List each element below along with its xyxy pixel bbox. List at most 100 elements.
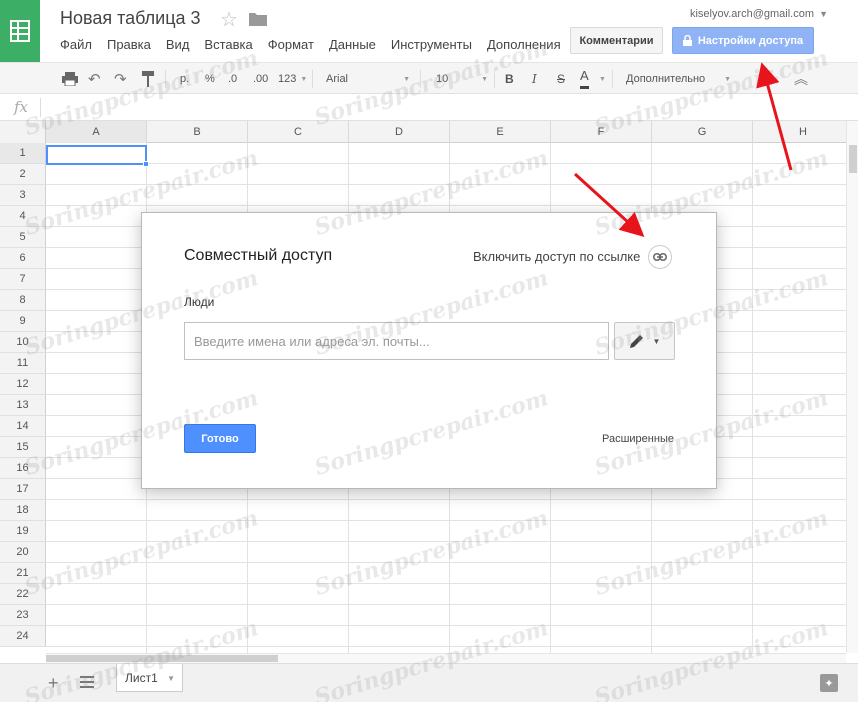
user-email[interactable]: kiselyov.arch@gmail.com xyxy=(690,8,814,20)
vertical-scroll-thumb[interactable] xyxy=(849,145,857,173)
percent-format-button[interactable]: % xyxy=(205,63,215,95)
undo-icon[interactable]: ↶ xyxy=(88,63,101,95)
row-header[interactable]: 22 xyxy=(0,584,46,605)
row-header[interactable]: 9 xyxy=(0,311,46,332)
more-formats-label: Дополнительно xyxy=(626,73,706,85)
star-icon[interactable]: ☆ xyxy=(220,7,238,32)
menu-item-insert[interactable]: Вставка xyxy=(204,37,252,52)
font-size-value: 10 xyxy=(436,73,449,85)
explore-icon[interactable]: ✦ xyxy=(820,674,838,692)
italic-button[interactable]: I xyxy=(532,63,537,95)
row-header[interactable]: 2 xyxy=(0,164,46,185)
column-header[interactable]: B xyxy=(147,121,248,143)
people-label: Люди xyxy=(184,295,215,309)
share-button[interactable]: Настройки доступа xyxy=(672,27,814,54)
menu-item-file[interactable]: Файл xyxy=(60,37,92,52)
horizontal-scroll-thumb[interactable] xyxy=(46,655,278,662)
row-header[interactable]: 12 xyxy=(0,374,46,395)
font-size-select[interactable]: 10 ▼ xyxy=(436,63,488,95)
column-header[interactable]: F xyxy=(551,121,652,143)
row-header[interactable]: 19 xyxy=(0,521,46,542)
folder-icon[interactable] xyxy=(249,12,267,26)
chevron-down-icon: ▼ xyxy=(481,75,488,83)
row-header[interactable]: 5 xyxy=(0,227,46,248)
horizontal-scrollbar[interactable] xyxy=(46,653,846,663)
sheets-logo[interactable] xyxy=(0,0,40,62)
row-header[interactable]: 13 xyxy=(0,395,46,416)
menu-item-edit[interactable]: Правка xyxy=(107,37,151,52)
strikethrough-button[interactable]: S xyxy=(557,63,565,95)
share-dialog: Совместный доступ Включить доступ по ссы… xyxy=(141,212,717,489)
menu-item-tools[interactable]: Инструменты xyxy=(391,37,472,52)
toolbar-divider xyxy=(165,70,166,88)
sheet-tab[interactable]: Лист1 ▼ xyxy=(116,664,183,692)
share-button-label: Настройки доступа xyxy=(697,34,804,47)
currency-format-button[interactable]: р. xyxy=(180,63,189,95)
bold-button[interactable]: B xyxy=(505,63,514,95)
row-header[interactable]: 7 xyxy=(0,269,46,290)
toolbar: ↶ ↷ р. % .0 .00 123 ▼ Arial ▼ 10 ▼ B I S A … xyxy=(0,62,858,94)
row-header[interactable]: 16 xyxy=(0,458,46,479)
done-button[interactable]: Готово xyxy=(184,424,256,453)
number-format-label: 123 xyxy=(278,73,297,85)
more-formats-select[interactable]: Дополнительно ▼ xyxy=(626,63,731,95)
row-header[interactable]: 11 xyxy=(0,353,46,374)
toolbar-divider xyxy=(312,70,313,88)
menu-item-addons[interactable]: Дополнения xyxy=(487,37,561,52)
row-header[interactable]: 4 xyxy=(0,206,46,227)
column-header[interactable]: A xyxy=(46,121,147,143)
column-header[interactable]: H xyxy=(753,121,846,143)
menu-item-format[interactable]: Формат xyxy=(268,37,314,52)
decrease-decimals-button[interactable]: .0 xyxy=(228,63,237,95)
dialog-title: Совместный доступ xyxy=(184,247,333,264)
chevron-down-icon[interactable]: ▼ xyxy=(167,674,175,683)
comments-button[interactable]: Комментарии xyxy=(570,27,663,54)
text-color-button[interactable]: A xyxy=(580,65,589,89)
document-title[interactable]: Новая таблица 3 xyxy=(60,8,201,29)
lock-icon xyxy=(682,35,692,46)
row-header[interactable]: 6 xyxy=(0,248,46,269)
select-all-corner[interactable] xyxy=(0,121,46,143)
row-header[interactable]: 8 xyxy=(0,290,46,311)
permission-dropdown[interactable]: ▼ xyxy=(614,322,675,360)
add-sheet-icon[interactable]: + xyxy=(48,673,59,694)
sheet-bar: + Лист1 ▼ ✦ xyxy=(0,663,858,702)
row-header[interactable]: 3 xyxy=(0,185,46,206)
menu-item-view[interactable]: Вид xyxy=(166,37,190,52)
column-header[interactable]: E xyxy=(450,121,551,143)
row-header[interactable]: 1 xyxy=(0,143,46,164)
vertical-scrollbar[interactable] xyxy=(846,121,858,653)
collapse-toolbar-icon[interactable]: ︽ xyxy=(794,63,808,95)
all-sheets-icon[interactable] xyxy=(80,676,94,688)
row-header[interactable]: 18 xyxy=(0,500,46,521)
people-input[interactable] xyxy=(184,322,609,360)
chevron-down-icon[interactable]: ▼ xyxy=(819,9,828,19)
row-header[interactable]: 15 xyxy=(0,437,46,458)
column-header[interactable]: G xyxy=(652,121,753,143)
row-header[interactable]: 17 xyxy=(0,479,46,500)
row-header[interactable]: 14 xyxy=(0,416,46,437)
row-header[interactable]: 10 xyxy=(0,332,46,353)
increase-decimals-button[interactable]: .00 xyxy=(253,63,268,95)
row-header[interactable]: 20 xyxy=(0,542,46,563)
column-header[interactable]: D xyxy=(349,121,450,143)
link-icon[interactable] xyxy=(648,245,672,269)
print-icon[interactable] xyxy=(62,72,78,86)
row-header[interactable]: 24 xyxy=(0,626,46,647)
paint-format-icon[interactable] xyxy=(142,71,154,87)
menu-bar: Файл Правка Вид Вставка Формат Данные Ин… xyxy=(60,37,576,52)
toolbar-divider xyxy=(612,70,613,88)
fill-handle[interactable] xyxy=(143,161,149,167)
row-header[interactable]: 23 xyxy=(0,605,46,626)
link-sharing-toggle[interactable]: Включить доступ по ссылке xyxy=(473,249,640,264)
selected-cell[interactable] xyxy=(46,145,147,165)
chevron-down-icon: ▼ xyxy=(724,75,731,83)
number-format-button[interactable]: 123 ▼ xyxy=(278,63,307,95)
menu-item-data[interactable]: Данные xyxy=(329,37,376,52)
chevron-down-icon[interactable]: ▼ xyxy=(599,63,606,95)
redo-icon[interactable]: ↷ xyxy=(114,63,127,95)
row-header[interactable]: 21 xyxy=(0,563,46,584)
column-header[interactable]: C xyxy=(248,121,349,143)
advanced-link[interactable]: Расширенные xyxy=(602,433,674,445)
font-family-select[interactable]: Arial ▼ xyxy=(326,63,410,95)
